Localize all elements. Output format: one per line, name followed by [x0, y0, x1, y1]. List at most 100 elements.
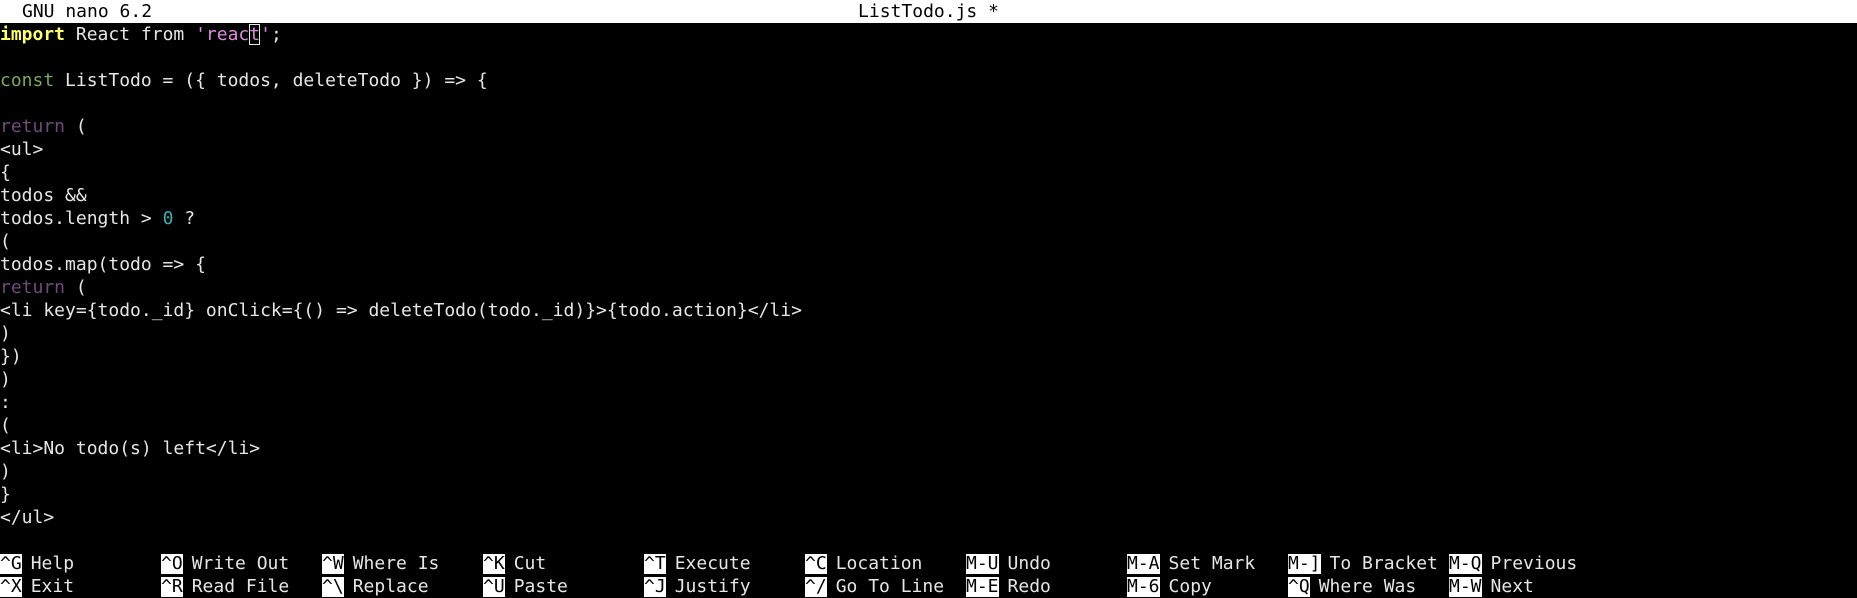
code-line[interactable]: } — [0, 483, 1857, 506]
shortcut-key: M-W — [1449, 576, 1482, 597]
shortcut-item[interactable]: ^Q Where Was — [1288, 575, 1416, 598]
code-line[interactable]: </ul> — [0, 506, 1857, 529]
code-line[interactable]: ( — [0, 414, 1857, 437]
code-token: </ul> — [0, 507, 55, 528]
code-token: } — [0, 484, 11, 505]
code-token: { — [0, 162, 11, 183]
shortcut-key: ^U — [483, 576, 505, 597]
file-name: ListTodo.js * — [858, 1, 999, 22]
shortcut-item[interactable]: ^W Where Is — [322, 552, 439, 575]
code-token: ; — [270, 24, 282, 45]
code-token: return — [0, 116, 66, 137]
code-line[interactable]: ) — [0, 460, 1857, 483]
shortcut-item[interactable]: ^O Write Out — [161, 552, 289, 575]
shortcut-key: M-U — [966, 553, 999, 574]
code-token: ( — [0, 415, 11, 436]
code-token: todos.length > — [0, 208, 163, 229]
shortcut-label: Next — [1490, 576, 1534, 597]
code-line[interactable]: todos.map(todo => { — [0, 253, 1857, 276]
code-line[interactable]: <li key={todo._id} onClick={() => delete… — [0, 299, 1857, 322]
code-line[interactable]: import React from 'react'; — [0, 23, 1857, 46]
shortcut-item[interactable]: ^C Location — [805, 552, 922, 575]
shortcut-item[interactable]: ^J Justify — [644, 575, 751, 598]
code-line[interactable]: ) — [0, 322, 1857, 345]
shortcut-label: Where Was — [1318, 576, 1417, 597]
code-token: ) — [0, 369, 11, 390]
code-line[interactable]: todos && — [0, 184, 1857, 207]
code-line[interactable]: todos.length > 0 ? — [0, 207, 1857, 230]
shortcut-key: ^R — [161, 576, 183, 597]
code-line[interactable] — [0, 92, 1857, 115]
code-line[interactable]: const ListTodo = ({ todos, deleteTodo })… — [0, 69, 1857, 92]
shortcut-key: ^X — [0, 576, 22, 597]
shortcut-item[interactable]: ^X Exit — [0, 575, 74, 598]
code-line[interactable]: <li>No todo(s) left</li> — [0, 437, 1857, 460]
code-line[interactable]: }) — [0, 345, 1857, 368]
code-token: 0 — [162, 208, 174, 229]
code-line[interactable]: return ( — [0, 115, 1857, 138]
code-token: 'reac — [195, 24, 250, 45]
shortcut-key: ^W — [322, 553, 344, 574]
code-line[interactable]: { — [0, 161, 1857, 184]
code-line[interactable]: ) — [0, 368, 1857, 391]
shortcut-item[interactable]: ^K Cut — [483, 552, 546, 575]
shortcut-item[interactable]: M-E Redo — [966, 575, 1051, 598]
code-line[interactable]: ( — [0, 230, 1857, 253]
code-token: ) — [0, 323, 11, 344]
code-token: ( — [65, 116, 87, 137]
shortcut-row-2: ^X Exit ^R Read File ^\ Replace ^U Paste ^J Justi… — [0, 575, 1857, 598]
shortcut-key: ^O — [161, 553, 183, 574]
code-line[interactable]: <ul> — [0, 138, 1857, 161]
shortcut-key: M-E — [966, 576, 999, 597]
code-line[interactable] — [0, 46, 1857, 69]
shortcut-label: Read File — [191, 576, 290, 597]
shortcut-item[interactable]: M-U Undo — [966, 552, 1051, 575]
shortcut-item[interactable]: ^U Paste — [483, 575, 568, 598]
shortcut-key: M-] — [1288, 553, 1321, 574]
shortcut-label: Cut — [513, 553, 547, 574]
shortcut-item[interactable]: ^T Execute — [644, 552, 751, 575]
text-cursor: t — [249, 24, 261, 45]
shortcut-label: Go To Line — [835, 576, 945, 597]
shortcut-item[interactable]: ^\ Replace — [322, 575, 429, 598]
shortcut-item[interactable]: M-6 Copy — [1127, 575, 1212, 598]
shortcut-item[interactable]: ^G Help — [0, 552, 74, 575]
shortcut-label: Set Mark — [1168, 553, 1256, 574]
shortcut-item[interactable]: ^/ Go To Line — [805, 575, 944, 598]
code-token: ListTodo = ({ todos, deleteTodo }) => { — [54, 70, 488, 91]
shortcut-key: M-A — [1127, 553, 1160, 574]
shortcut-key: ^G — [0, 553, 22, 574]
code-token: ' — [260, 24, 271, 45]
shortcut-key: M-Q — [1449, 553, 1482, 574]
code-token: todos.map(todo => { — [0, 254, 206, 275]
shortcut-label: Copy — [1168, 576, 1212, 597]
shortcut-key: ^\ — [322, 576, 344, 597]
code-token: ? — [173, 208, 196, 229]
shortcut-label: Exit — [30, 576, 75, 597]
shortcut-key: ^/ — [805, 576, 827, 597]
code-line[interactable]: return ( — [0, 276, 1857, 299]
shortcut-item[interactable]: M-Q Previous — [1449, 552, 1577, 575]
code-token: React from — [65, 24, 196, 45]
shortcut-bar: ^G Help ^O Write Out ^W Where Is ^K Cut ^T Execut… — [0, 552, 1857, 598]
editor-area[interactable]: import React from 'react'; const ListTodo… — [0, 23, 1857, 529]
shortcut-label: Paste — [513, 576, 568, 597]
code-token: ( — [65, 277, 87, 298]
shortcut-label: Justify — [674, 576, 751, 597]
title-bar: GNU nano 6.2 ListTodo.js * — [0, 0, 1857, 23]
code-token: const — [0, 70, 55, 91]
shortcut-label: Replace — [352, 576, 429, 597]
shortcut-label: Execute — [674, 553, 751, 574]
shortcut-key: ^T — [644, 553, 666, 574]
shortcut-key: ^K — [483, 553, 505, 574]
shortcut-row-1: ^G Help ^O Write Out ^W Where Is ^K Cut ^T Execut… — [0, 552, 1857, 575]
code-line[interactable]: : — [0, 391, 1857, 414]
shortcut-item[interactable]: ^R Read File — [161, 575, 289, 598]
shortcut-item[interactable]: M-] To Bracket — [1288, 552, 1438, 575]
shortcut-item[interactable]: M-W Next — [1449, 575, 1534, 598]
shortcut-item[interactable]: M-A Set Mark — [1127, 552, 1255, 575]
code-token: : — [0, 392, 11, 413]
shortcut-label: Location — [835, 553, 923, 574]
shortcut-label: Help — [30, 553, 75, 574]
code-token: todos && — [0, 185, 87, 206]
